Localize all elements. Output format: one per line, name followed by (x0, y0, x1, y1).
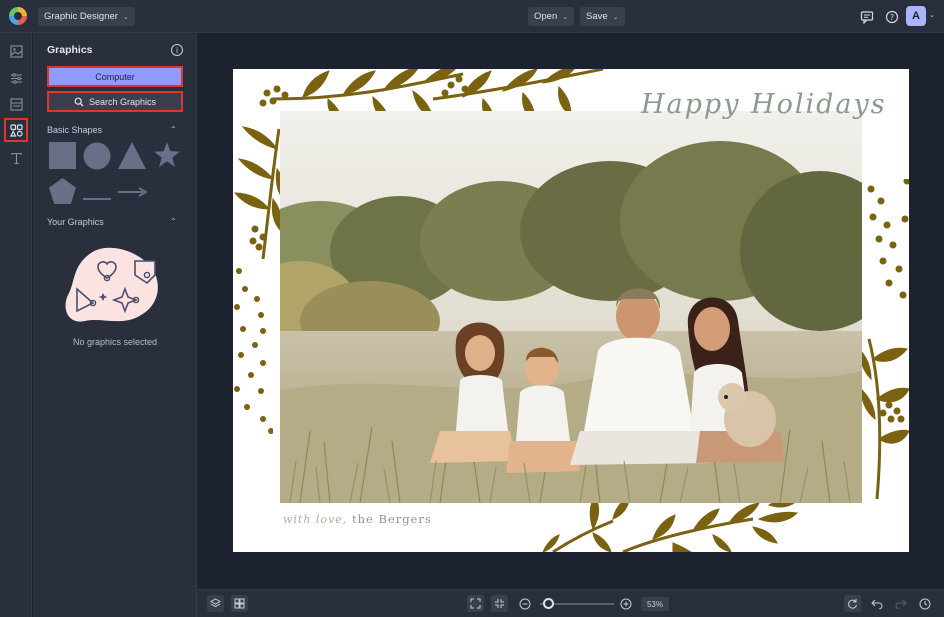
app-menu-dropdown[interactable]: Graphic Designer ⌄ (38, 7, 135, 26)
panel-title: Graphics (47, 44, 93, 56)
shape-line[interactable] (83, 188, 111, 206)
signature-prefix: with love, (283, 513, 348, 526)
shape-arrow[interactable] (118, 184, 149, 202)
text-icon[interactable] (5, 147, 27, 169)
chevron-down-icon: ⌄ (562, 13, 569, 21)
search-icon (74, 97, 84, 106)
shape-circle[interactable] (83, 142, 111, 175)
redo-icon[interactable] (892, 595, 909, 612)
grid-icon[interactable] (231, 595, 248, 612)
chevron-down-icon[interactable]: ⌄ (929, 11, 935, 19)
fit-screen-icon[interactable] (467, 595, 484, 612)
design-canvas[interactable]: Happy Holidays with love, the Bergers (233, 69, 909, 552)
search-button-label: Search Graphics (88, 96, 157, 107)
save-label: Save (586, 11, 608, 22)
help-icon[interactable]: ? (882, 7, 901, 26)
greeting-text[interactable]: Happy Holidays (641, 89, 887, 120)
left-tool-rail (0, 33, 32, 617)
bottom-toolbar: 53% (197, 589, 944, 617)
chevron-up-icon[interactable]: ⌃ (170, 217, 177, 226)
family-photo[interactable] (280, 111, 862, 503)
app-menu-label: Graphic Designer (44, 11, 118, 22)
shape-star[interactable] (153, 141, 181, 174)
avatar[interactable]: A (906, 6, 926, 26)
app-logo[interactable] (9, 7, 27, 25)
your-graphics-header: Your Graphics (47, 217, 104, 227)
chevron-down-icon: ⌄ (612, 13, 619, 21)
comment-icon[interactable] (857, 7, 876, 26)
images-icon[interactable] (5, 40, 27, 62)
chevron-down-icon: ⌄ (122, 13, 129, 21)
signature-text[interactable]: with love, the Bergers (283, 512, 432, 526)
zoom-in-icon[interactable] (617, 595, 634, 612)
empty-graphics-message: No graphics selected (72, 337, 158, 347)
svg-text:?: ? (889, 13, 893, 22)
graphics-panel: Graphics i Computer Search Graphics Basi… (33, 33, 197, 617)
chevron-up-icon[interactable]: ⌃ (170, 125, 177, 134)
zoom-out-icon[interactable] (516, 595, 533, 612)
shape-triangle[interactable] (118, 142, 146, 174)
shape-pentagon[interactable] (49, 178, 76, 209)
berry-decoration-left (234, 268, 273, 434)
layout-icon[interactable] (5, 93, 27, 115)
signature-name: the Bergers (351, 512, 432, 526)
empty-graphics-illustration-icon (63, 245, 163, 332)
info-icon[interactable]: i (171, 44, 183, 56)
leaf-decoration-bottom (542, 499, 800, 552)
history-icon[interactable] (916, 595, 933, 612)
adjustments-icon[interactable] (5, 67, 27, 89)
rotate-icon[interactable] (844, 595, 861, 612)
save-button[interactable]: Save ⌄ (580, 7, 625, 26)
canvas-area: Happy Holidays with love, the Bergers (197, 33, 944, 589)
zoom-slider-thumb[interactable] (543, 598, 555, 609)
computer-upload-button[interactable]: Computer (47, 66, 183, 87)
open-label: Open (534, 11, 558, 22)
search-graphics-button[interactable]: Search Graphics (47, 91, 183, 112)
top-bar: Graphic Designer ⌄ Open ⌄ Save ⌄ ? A ⌄ (0, 0, 944, 33)
basic-shapes-header: Basic Shapes (47, 125, 103, 135)
zoom-level-label[interactable]: 53% (641, 597, 669, 611)
open-button[interactable]: Open ⌄ (528, 7, 575, 26)
leaf-decoration-right (859, 179, 909, 499)
computer-button-label: Computer (95, 71, 135, 82)
undo-icon[interactable] (868, 595, 885, 612)
layers-icon[interactable] (207, 595, 224, 612)
actual-size-icon[interactable] (491, 595, 508, 612)
graphics-icon[interactable] (4, 118, 28, 142)
shape-square[interactable] (49, 142, 76, 174)
